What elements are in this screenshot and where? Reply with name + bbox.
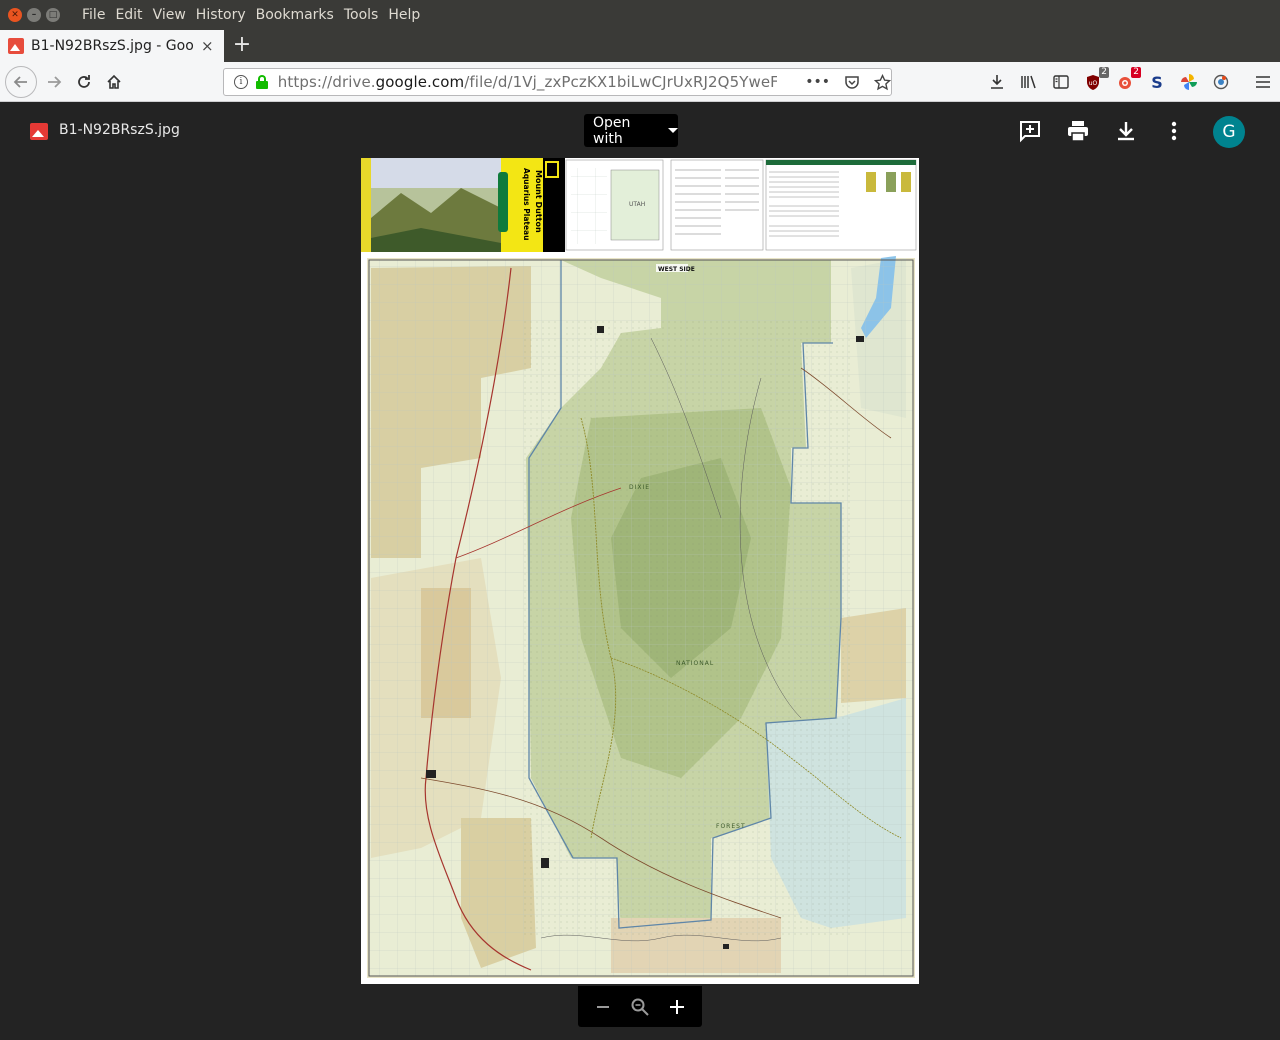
- window-menubar: ✕ – □ File Edit View History Bookmarks T…: [0, 0, 1280, 30]
- print-icon: [1068, 121, 1088, 142]
- menu-edit[interactable]: Edit: [115, 7, 142, 23]
- open-with-label: Open with: [593, 114, 631, 147]
- more-actions-button[interactable]: [1161, 118, 1187, 144]
- window-close-button[interactable]: ✕: [8, 8, 22, 22]
- map-cover-title: Mount Dutton: [534, 170, 543, 233]
- topographic-map-image: Mount Dutton Aquarius Plateau UTAH WEST …: [361, 158, 919, 978]
- add-comment-icon: [1020, 121, 1040, 143]
- map-label-national: NATIONAL: [676, 660, 714, 667]
- home-icon: [107, 74, 121, 89]
- library-icon: [1021, 75, 1036, 89]
- menu-tools[interactable]: Tools: [344, 7, 379, 23]
- menu-bookmarks[interactable]: Bookmarks: [256, 7, 334, 23]
- svg-text:uO: uO: [1089, 80, 1098, 87]
- page-actions-icon[interactable]: •••: [805, 74, 830, 90]
- tab-close-icon[interactable]: ×: [201, 37, 214, 55]
- zoom-in-button[interactable]: [662, 992, 692, 1022]
- back-button[interactable]: [5, 65, 37, 98]
- pocket-icon[interactable]: [844, 74, 860, 90]
- ublock-extension-button[interactable]: uO 2: [1081, 67, 1109, 94]
- back-arrow-icon: [13, 75, 27, 88]
- map-image: Mount Dutton Aquarius Plateau UTAH WEST …: [361, 158, 919, 984]
- s-extension-button[interactable]: S: [1145, 70, 1169, 94]
- privacy-extension-button[interactable]: 2: [1113, 67, 1141, 94]
- download-icon: [1118, 122, 1134, 141]
- tab-drive-image[interactable]: B1-N92BRszS.jpg - Google Drive ×: [0, 30, 224, 62]
- url-path: /file/d/1Vj_zxPczKX1biLwCJrUxRJ2Q5YweFsX…: [464, 73, 778, 91]
- forward-button[interactable]: [39, 67, 69, 97]
- bookmark-star-icon[interactable]: [874, 73, 892, 91]
- caret-down-icon: [668, 128, 678, 133]
- toolbar-right: uO 2 2 S: [985, 62, 1275, 102]
- open-with-button[interactable]: Open with: [584, 114, 678, 147]
- zoom-reset-button[interactable]: [625, 992, 655, 1022]
- privacy-badge: 2: [1131, 67, 1141, 78]
- zoom-out-button[interactable]: [588, 992, 618, 1022]
- forward-arrow-icon: [48, 75, 62, 88]
- menu-view[interactable]: View: [153, 7, 186, 23]
- ublock-badge: 2: [1099, 67, 1109, 78]
- plus-icon: [670, 999, 685, 1014]
- pinwheel-icon: [1181, 74, 1197, 90]
- print-button[interactable]: [1065, 118, 1091, 144]
- pinwheel-extension-button[interactable]: [1177, 70, 1201, 94]
- image-file-icon: [30, 123, 48, 140]
- navigation-toolbar: i https://drive.google.com/file/d/1Vj_zx…: [0, 62, 1280, 102]
- window-minimize-button[interactable]: –: [27, 8, 41, 22]
- zoom-controls: [578, 986, 702, 1027]
- map-label-forest: FOREST: [716, 823, 746, 830]
- minus-icon: [596, 1005, 609, 1008]
- new-tab-button[interactable]: +: [230, 32, 254, 58]
- sidebar-button[interactable]: [1049, 70, 1073, 94]
- download-icon: [991, 75, 1003, 89]
- home-button[interactable]: [99, 67, 129, 97]
- menu-file[interactable]: File: [82, 7, 105, 23]
- map-label-west-side: WEST SIDE: [658, 266, 695, 273]
- menu-history[interactable]: History: [196, 7, 246, 23]
- magnifier-icon: [631, 998, 649, 1016]
- more-vert-icon: [1171, 121, 1177, 141]
- hamburger-menu-icon: [1256, 76, 1270, 88]
- image-file-icon: [8, 38, 24, 54]
- url-text[interactable]: https://drive.google.com/file/d/1Vj_zxPc…: [278, 73, 777, 91]
- lock-icon[interactable]: [255, 75, 268, 89]
- sidebar-icon: [1053, 75, 1069, 89]
- sync-extension-icon: [1213, 74, 1229, 90]
- window-controls: ✕ – □: [8, 8, 60, 22]
- download-button[interactable]: [1113, 118, 1139, 144]
- sync-extension-button[interactable]: [1209, 70, 1233, 94]
- reload-icon: [78, 74, 90, 88]
- file-name: B1-N92BRszS.jpg: [59, 122, 180, 138]
- hamburger-menu-button[interactable]: [1251, 70, 1275, 94]
- library-button[interactable]: [1017, 70, 1041, 94]
- map-label-dixie: DIXIE: [629, 484, 650, 491]
- menu-help[interactable]: Help: [388, 7, 420, 23]
- downloads-button[interactable]: [985, 70, 1009, 94]
- viewer-header: B1-N92BRszS.jpg Open with G: [0, 102, 1280, 158]
- map-cover-subtitle: Aquarius Plateau: [522, 168, 531, 240]
- tab-strip: B1-N92BRszS.jpg - Google Drive × +: [0, 30, 1280, 62]
- reload-button[interactable]: [69, 67, 99, 97]
- url-prefix: https://drive.: [277, 73, 376, 91]
- add-comment-button[interactable]: [1017, 118, 1043, 144]
- url-bar[interactable]: i https://drive.google.com/file/d/1Vj_zx…: [223, 68, 892, 96]
- window-maximize-button[interactable]: □: [46, 8, 60, 22]
- tab-title: B1-N92BRszS.jpg - Google Drive: [31, 38, 193, 54]
- account-avatar[interactable]: G: [1213, 116, 1245, 148]
- url-domain: google.com: [375, 73, 465, 91]
- inset-utah-label: UTAH: [629, 201, 645, 208]
- info-icon[interactable]: i: [234, 75, 248, 89]
- s-extension-icon: S: [1151, 72, 1163, 92]
